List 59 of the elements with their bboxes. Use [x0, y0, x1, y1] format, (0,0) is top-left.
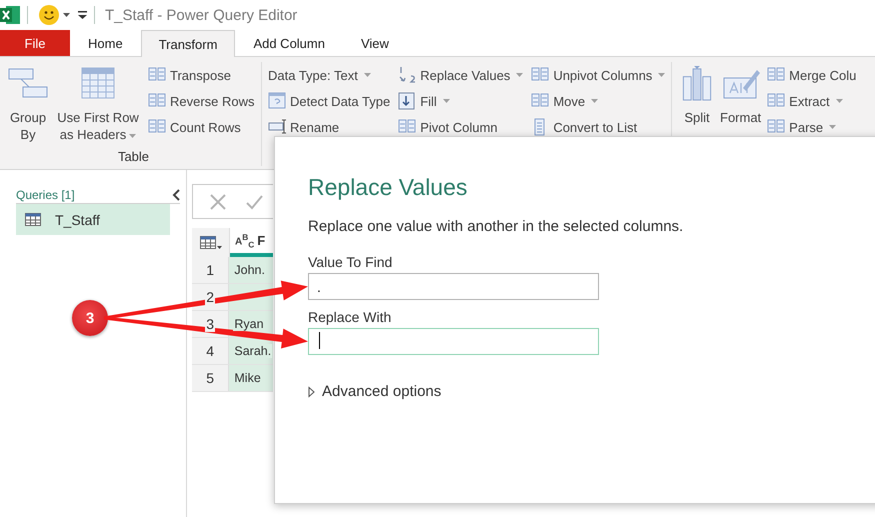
ribbon-button[interactable]: Convert to List — [529, 116, 671, 136]
ribbon-button[interactable]: Use First Row as Headers — [50, 62, 146, 146]
row-number: 5 — [205, 370, 216, 386]
ribbon-button[interactable]: Count Rows — [146, 116, 261, 138]
field-label: Value To Find — [308, 254, 394, 270]
fill-down-icon — [398, 92, 416, 110]
dialog-description: Replace one value with another in the selected columns. — [308, 218, 684, 235]
ribbon-button[interactable]: Rename — [266, 116, 396, 136]
caret-icon — [63, 13, 70, 17]
ribbon-button[interactable]: Merge Colu — [765, 64, 862, 86]
window-title: T_Staff - Power Query Editor — [105, 6, 298, 24]
ribbon-button[interactable]: Split — [678, 62, 716, 129]
pane-title: Queries [1] — [16, 188, 75, 202]
table-cell: Mike — [233, 371, 262, 385]
close-icon — [209, 192, 227, 210]
table-cell: Ryan — [233, 317, 265, 331]
input-field[interactable]: . — [308, 273, 599, 300]
collapse-icon — [172, 189, 180, 201]
ribbon-button[interactable]: Transpose — [146, 64, 261, 86]
ribbon-button[interactable]: Format — [716, 62, 766, 129]
callout-badge: 3 — [72, 300, 108, 336]
dialog-title: Replace Values — [308, 174, 468, 201]
query-item[interactable]: T_Staff — [16, 204, 170, 235]
text-cursor — [319, 332, 320, 349]
row-number: 3 — [205, 316, 216, 332]
smiley-icon — [38, 4, 60, 26]
input-field[interactable] — [308, 328, 599, 355]
table-grid-icon — [81, 65, 115, 101]
ribbon-button[interactable]: Extract — [765, 90, 862, 112]
ribbon-button[interactable]: Pivot Column — [396, 116, 530, 136]
ribbon-button[interactable]: Fill — [396, 90, 530, 112]
ribbon-button[interactable]: Data Type: Text — [266, 64, 396, 86]
customize-toolbar-icon — [78, 11, 87, 19]
replace-values-icon — [398, 66, 416, 84]
table-corner[interactable] — [192, 228, 230, 257]
check-icon — [245, 192, 263, 210]
file-tab[interactable]: File — [0, 30, 70, 56]
ribbon-button[interactable]: Replace Values — [396, 64, 530, 86]
ribbon-button[interactable]: Move — [529, 90, 671, 112]
disclosure-toggle[interactable]: Advanced options — [308, 383, 442, 400]
ribbon-button[interactable]: Parse — [765, 116, 862, 136]
field-label: Replace With — [308, 309, 392, 325]
row-number: 4 — [205, 343, 216, 359]
table-cell: Sarah. — [233, 344, 272, 358]
ribbon-button[interactable]: Detect Data Type — [266, 90, 396, 112]
row-number: 1 — [205, 262, 216, 278]
ribbon-tab[interactable]: Transform — [140, 30, 236, 57]
table-menu-icon — [200, 236, 222, 250]
triangle-icon — [308, 386, 316, 398]
rename-icon — [268, 118, 286, 136]
ribbon-button[interactable]: Reverse Rows — [146, 90, 261, 112]
row-number: 2 — [205, 289, 216, 305]
table-icon — [25, 213, 41, 226]
table-question-icon — [268, 92, 286, 110]
ribbon-button[interactable]: Unpivot Columns — [529, 64, 671, 86]
ribbon-button[interactable]: Group By — [6, 62, 50, 146]
split-column-icon — [682, 65, 712, 101]
table-cell: John. — [233, 263, 266, 277]
group-label: Table — [116, 149, 150, 166]
